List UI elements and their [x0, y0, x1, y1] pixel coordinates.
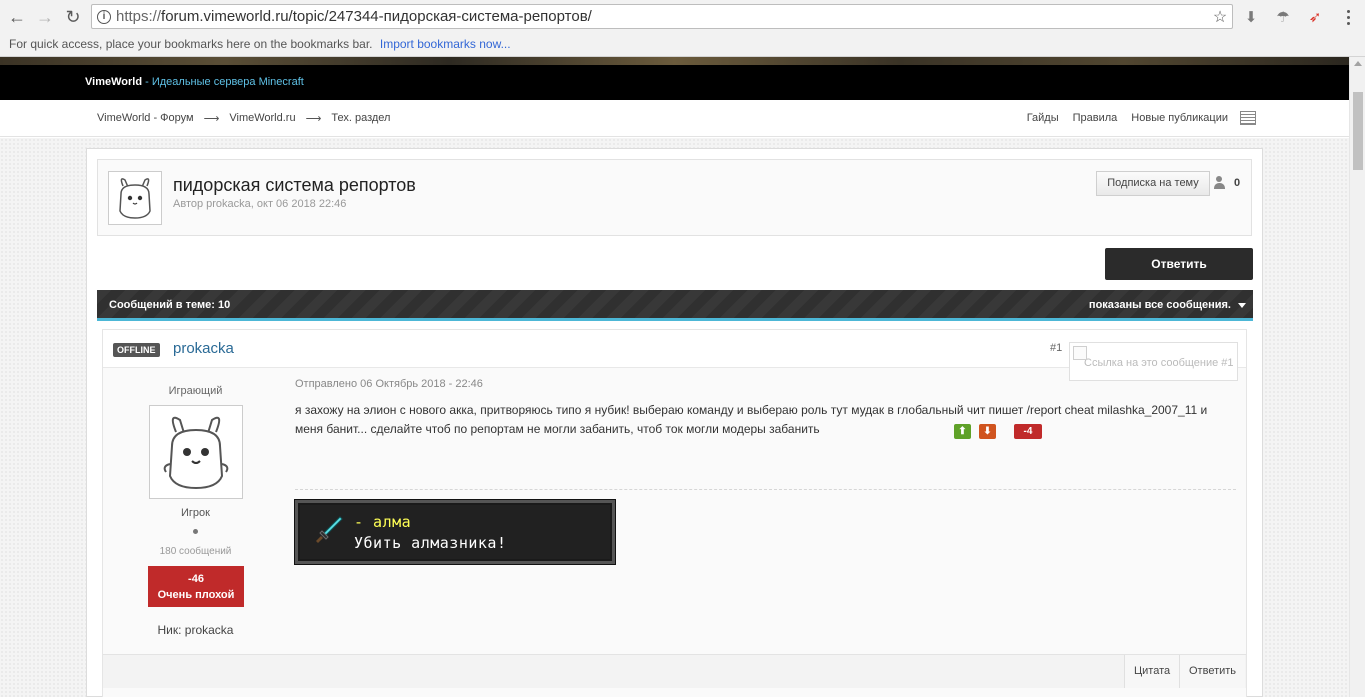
rocket-icon[interactable]: ➶ — [1303, 5, 1327, 29]
quote-button[interactable]: Цитата — [1124, 655, 1180, 688]
info-icon[interactable]: i — [92, 9, 116, 24]
topic-header: пидорская система репортов Автор prokack… — [97, 159, 1252, 236]
scroll-up-arrow-icon[interactable] — [1354, 61, 1362, 66]
followers-number: 0 — [1234, 177, 1241, 189]
address-bar[interactable]: i https://forum.vimeworld.ru/topic/24734… — [91, 4, 1233, 29]
post-body: Отправлено 06 Октябрь 2018 - 22:46 я зах… — [295, 378, 1235, 439]
followers-icon — [1214, 176, 1230, 190]
user-rank: Играющий — [168, 385, 223, 397]
user-post-count: 180 сообщений — [159, 546, 232, 557]
breadcrumb-item[interactable]: VimeWorld - Форум — [97, 112, 194, 125]
site-topbar: VimeWorld - Идеальные сервера Minecraft — [0, 65, 1349, 100]
reputation-label: Очень плохой — [157, 589, 235, 601]
post-count-label: Сообщений в теме: 10 — [109, 299, 231, 311]
breadcrumb-item[interactable]: VimeWorld.ru — [229, 112, 295, 125]
nav-link-new-posts[interactable]: Новые публикации — [1131, 112, 1228, 124]
reply-button[interactable]: Ответить — [1105, 248, 1253, 280]
group-dot-icon — [193, 529, 198, 534]
rep-down-arrow-icon[interactable]: ⬇ — [979, 424, 996, 439]
post-filter-dropdown[interactable]: показаны все сообщения. — [1089, 299, 1231, 311]
topic-title: пидорская система репортов — [173, 175, 416, 195]
author-avatar[interactable] — [108, 171, 162, 225]
reputation-value: -46 — [188, 573, 204, 585]
signature-divider — [295, 489, 1236, 490]
scrollbar-thumb[interactable] — [1353, 92, 1363, 170]
bookmark-star-icon[interactable]: ☆ — [1208, 7, 1232, 27]
header-links: Гайды Правила Новые публикации — [1027, 112, 1228, 124]
post-number-link[interactable]: #1 — [1050, 342, 1062, 354]
user-nick: Ник: prokacka — [157, 623, 234, 637]
browser-menu-icon[interactable] — [1340, 6, 1356, 28]
post: OFFLINE prokacka #1 Ссылка на это сообще… — [102, 329, 1247, 697]
followers-count[interactable]: 0 — [1214, 176, 1240, 190]
chevron-down-icon[interactable] — [1238, 303, 1246, 308]
post-reply-button[interactable]: Ответить — [1179, 655, 1246, 688]
url-text[interactable]: https://forum.vimeworld.ru/topic/247344-… — [116, 8, 1208, 25]
breadcrumb: VimeWorld - Форум ⟶ VimeWorld.ru ⟶ Тех. … — [97, 112, 390, 125]
achievement-description: Убить алмазника! — [354, 534, 507, 552]
post-reputation-value: -4 — [1014, 424, 1042, 439]
breadcrumb-arrow-icon: ⟶ — [305, 113, 322, 125]
browser-toolbar: ← → ↻ i https://forum.vimeworld.ru/topic… — [0, 0, 1365, 33]
author-link[interactable]: prokacka — [173, 340, 234, 357]
status-badge: OFFLINE — [113, 343, 160, 357]
broken-image-icon — [1073, 346, 1087, 360]
nav-link-rules[interactable]: Правила — [1073, 112, 1118, 124]
site-subnav: VimeWorld - Форум ⟶ VimeWorld.ru ⟶ Тех. … — [0, 100, 1349, 137]
bookmarks-hint: For quick access, place your bookmarks h… — [9, 37, 373, 51]
breadcrumb-item[interactable]: Тех. раздел — [331, 112, 390, 125]
topic-meta: Автор prokacka, окт 06 2018 22:46 — [173, 198, 347, 210]
user-group: Игрок — [181, 507, 210, 519]
post-date: Отправлено 06 Октябрь 2018 - 22:46 — [295, 378, 483, 390]
topic-container: пидорская система репортов Автор prokack… — [86, 148, 1263, 697]
list-menu-icon[interactable] — [1240, 111, 1256, 125]
download-icon[interactable]: ⬇ — [1239, 5, 1263, 29]
breadcrumb-arrow-icon: ⟶ — [203, 113, 220, 125]
rep-up-arrow-icon[interactable]: ⬆ — [954, 424, 971, 439]
signature-achievement: - алма Убить алмазника! — [295, 500, 615, 564]
post-reputation-controls: ⬆ ⬇ -4 — [954, 424, 1042, 439]
user-reputation: -46 Очень плохой — [148, 566, 244, 607]
user-avatar[interactable] — [149, 405, 243, 499]
post-footer: Цитата Ответить — [103, 654, 1246, 688]
diamond-sword-icon — [316, 516, 343, 543]
forward-arrow-icon[interactable]: → — [31, 3, 59, 31]
achievement-title: - алма — [354, 513, 412, 531]
back-arrow-icon[interactable]: ← — [3, 3, 31, 31]
site-banner — [0, 57, 1349, 65]
posts-bar: Сообщений в теме: 10 показаны все сообще… — [97, 290, 1253, 321]
post-text: я захожу на элион с нового акка, притвор… — [295, 403, 1208, 436]
reload-icon[interactable]: ↻ — [59, 3, 87, 31]
bookmarks-bar: For quick access, place your bookmarks h… — [0, 33, 1365, 57]
import-bookmarks-link[interactable]: Import bookmarks now... — [380, 37, 511, 51]
page-scrollbar[interactable] — [1349, 57, 1365, 697]
site-brand[interactable]: VimeWorld - Идеальные сервера Minecraft — [85, 76, 304, 88]
nav-link-guides[interactable]: Гайды — [1027, 112, 1059, 124]
umbrella-icon[interactable]: ☂ — [1271, 5, 1295, 29]
follow-topic-button[interactable]: Подписка на тему — [1096, 171, 1210, 196]
share-link-image[interactable]: Ссылка на это сообщение #1 — [1069, 342, 1238, 381]
share-link-alt: Ссылка на это сообщение #1 — [1084, 357, 1234, 369]
